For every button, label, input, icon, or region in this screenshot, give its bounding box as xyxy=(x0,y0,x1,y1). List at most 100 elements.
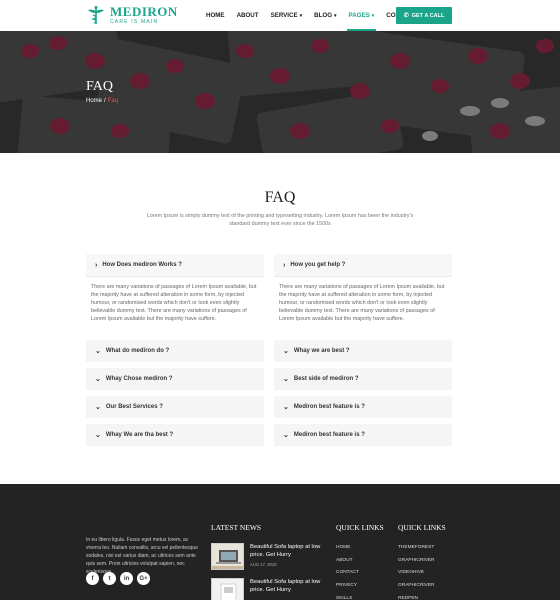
chevron-down-icon: ⌄ xyxy=(283,376,289,383)
page-title: FAQ xyxy=(86,79,113,94)
nav-item-home[interactable]: HOME xyxy=(200,0,231,31)
faq-item: › How you get help ? There are many variat… xyxy=(274,254,452,335)
get-a-call-label: GET A CALL xyxy=(411,12,445,19)
faq-question-toggle[interactable]: ⌄ Our Best Services ? xyxy=(86,396,264,418)
news-title[interactable]: Beautiful Sofa laptop at low price. Get … xyxy=(250,578,330,594)
get-a-call-button[interactable]: ✆ GET A CALL xyxy=(396,7,452,24)
faq-question: What do mediron do ? xyxy=(105,348,170,354)
quick-links-list: HOME ABOUT CONTACT PRIVECY SKILLS xyxy=(336,542,359,600)
chevron-down-icon: ⌄ xyxy=(95,376,101,383)
faq-question: Whay we are best ? xyxy=(293,348,350,354)
site-header: MEDIRON CARE IS MAIN HOME ABOUT SERVICE ▾ BL… xyxy=(0,0,560,31)
nav-item-label: SERVICE xyxy=(270,12,298,19)
social-links: f t in G+ xyxy=(86,572,150,585)
faq-item: ⌄ Best side of mediron ? xyxy=(274,368,452,390)
news-title[interactable]: Beautiful Sofa laptop at low price. Get … xyxy=(250,543,330,559)
faq-section-title: FAQ xyxy=(264,189,296,206)
faq-question-toggle[interactable]: ⌄ Mediron best feature is ? xyxy=(274,396,452,418)
faq-question: Mediron best feature is ? xyxy=(293,432,365,438)
quick-links-heading-2: QUICK LINKS xyxy=(398,523,446,532)
twitter-icon[interactable]: t xyxy=(103,572,116,585)
caduceus-icon xyxy=(86,5,106,25)
footer-link-home[interactable]: HOME xyxy=(336,542,359,555)
faq-item: ⌄ Mediron best feature is ? xyxy=(274,396,452,418)
footer-link-graphicriver[interactable]: GRAPHICRIVER xyxy=(398,580,435,593)
nav-item-label: BLOG xyxy=(314,12,333,19)
news-date: AUG 17, 2018 xyxy=(250,562,277,567)
footer-link-contact[interactable]: CONTACT xyxy=(336,567,359,580)
brand-name: MEDIRON xyxy=(110,4,178,19)
page-banner: FAQ Home / Faq xyxy=(0,31,560,153)
caret-down-icon: ▾ xyxy=(299,13,303,19)
faq-question: How Does mediron Works ? xyxy=(102,262,182,268)
faq-item: ⌄ Whay We are tha best ? xyxy=(86,424,264,446)
latest-news-heading: LATEST NEWS xyxy=(211,523,262,532)
faq-question-toggle[interactable]: › How Does mediron Works ? xyxy=(86,254,264,277)
breadcrumb-home-link[interactable]: Home xyxy=(86,98,102,104)
chevron-down-icon: ⌄ xyxy=(95,404,101,411)
faq-answer: There are many variations of passages of… xyxy=(86,277,264,335)
quick-links-heading: QUICK LINKS xyxy=(336,523,384,532)
google-plus-icon[interactable]: G+ xyxy=(137,572,150,585)
footer-link-privecy[interactable]: PRIVECY xyxy=(336,580,359,593)
chevron-right-icon: › xyxy=(283,261,286,269)
footer-link-graphicriver[interactable]: GRAPHICRIVER xyxy=(398,555,435,568)
footer-link-about[interactable]: ABOUT xyxy=(336,555,359,568)
chevron-down-icon: ⌄ xyxy=(283,432,289,439)
footer-link-videohive[interactable]: VIDEOHIVE xyxy=(398,567,435,580)
faq-question: How you get help ? xyxy=(290,262,346,268)
chevron-down-icon: ⌄ xyxy=(283,404,289,411)
footer-link-themeforest[interactable]: THEMEFOREST xyxy=(398,542,435,555)
faq-item: ⌄ Whay Chose mediron ? xyxy=(86,368,264,390)
faq-question-toggle[interactable]: ⌄ Whay we are best ? xyxy=(274,340,452,362)
faq-item: › How Does mediron Works ? There are many … xyxy=(86,254,264,335)
phone-icon: ✆ xyxy=(403,13,409,19)
chevron-down-icon: ⌄ xyxy=(95,432,101,439)
faq-question-toggle[interactable]: ⌄ Whay We are tha best ? xyxy=(86,424,264,446)
breadcrumb: Home / Faq xyxy=(86,98,118,104)
nav-item-pages[interactable]: PAGES ▾ xyxy=(343,0,381,31)
faq-question: Whay Chose mediron ? xyxy=(105,376,173,382)
faq-question: Mediron best feature is ? xyxy=(293,404,365,410)
faq-question: Whay We are tha best ? xyxy=(105,432,174,438)
faq-question-toggle[interactable]: ⌄ Best side of mediron ? xyxy=(274,368,452,390)
chevron-right-icon: › xyxy=(95,261,98,269)
news-item[interactable]: Beautiful Sofa laptop at low price. Get … xyxy=(211,578,330,600)
nav-item-label: ABOUT xyxy=(236,12,259,19)
caret-down-icon: ▾ xyxy=(371,13,375,19)
facebook-icon[interactable]: f xyxy=(86,572,99,585)
news-item[interactable]: Beautiful Sofa laptop at low price. Get … xyxy=(211,543,330,570)
faq-question-toggle[interactable]: ⌄ What do mediron do ? xyxy=(86,340,264,362)
nav-item-label: PAGES xyxy=(348,12,370,19)
breadcrumb-current: Faq xyxy=(107,98,119,104)
logo[interactable]: MEDIRON CARE IS MAIN xyxy=(86,5,178,25)
main-nav: HOMEABOUTSERVICE▾BLOG▾PAGES▾CONTACT xyxy=(200,0,422,31)
caret-down-icon: ▾ xyxy=(334,13,337,19)
nav-item-blog[interactable]: BLOG ▾ xyxy=(308,0,342,31)
nav-item-label: HOME xyxy=(206,12,225,19)
faq-item: ⌄ What do mediron do ? xyxy=(86,340,264,362)
site-footer: In eu libero ligula. Fusce eget metus lo… xyxy=(0,484,560,600)
banner-overlay xyxy=(0,31,560,153)
footer-link-redpen[interactable]: REDPEN xyxy=(398,593,435,600)
chevron-down-icon: ⌄ xyxy=(95,348,101,355)
brand-tagline: CARE IS MAIN xyxy=(110,19,159,25)
footer-about-text: In eu libero ligula. Fusce eget metus lo… xyxy=(86,537,198,575)
faq-section-subtitle: Lorem Ipsum is simply dummy text of the … xyxy=(146,213,414,227)
faq-answer: There are many variations of passages of… xyxy=(274,277,452,335)
breadcrumb-separator: / xyxy=(104,98,106,104)
quick-links-list-2: THEMEFOREST GRAPHICRIVER VIDEOHIVE GRAPHICR… xyxy=(398,542,435,600)
faq-item: ⌄ Mediron best feature is ? xyxy=(274,424,452,446)
faq-item: ⌄ Whay we are best ? xyxy=(274,340,452,362)
faq-question-toggle[interactable]: › How you get help ? xyxy=(274,254,452,277)
nav-item-about[interactable]: ABOUT xyxy=(231,0,265,31)
chevron-down-icon: ⌄ xyxy=(283,348,289,355)
news-thumbnail xyxy=(211,543,244,570)
faq-question-toggle[interactable]: ⌄ Whay Chose mediron ? xyxy=(86,368,264,390)
linkedin-icon[interactable]: in xyxy=(120,572,133,585)
faq-question: Our Best Services ? xyxy=(105,404,163,410)
nav-item-service[interactable]: SERVICE ▾ xyxy=(265,0,309,31)
news-thumbnail xyxy=(211,578,244,600)
footer-link-skills[interactable]: SKILLS xyxy=(336,593,359,600)
faq-question-toggle[interactable]: ⌄ Mediron best feature is ? xyxy=(274,424,452,446)
